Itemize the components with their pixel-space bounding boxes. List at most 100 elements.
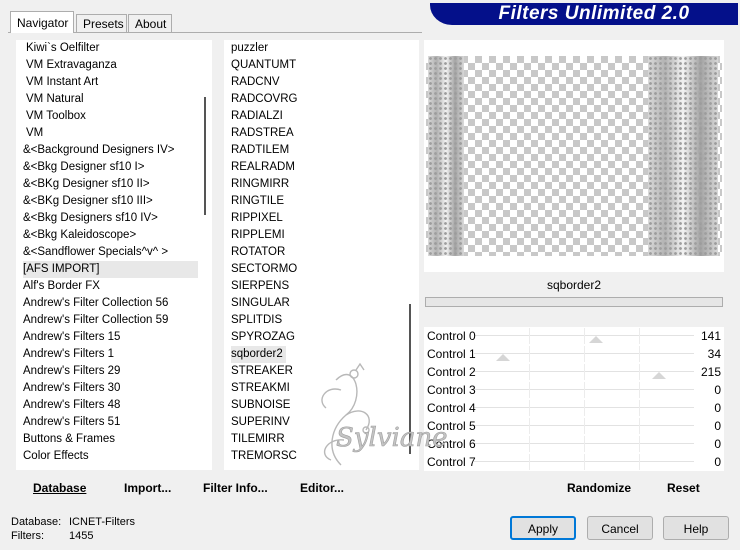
category-item[interactable]: VM [23,125,198,142]
control-row[interactable]: Control 2 215 [424,363,724,381]
category-item[interactable]: VM Natural [23,91,198,108]
filter-item[interactable]: SPYROZAG [231,329,406,346]
filter-item[interactable]: QUANTUMT [231,57,406,74]
filter-item[interactable]: RADIALZI [231,108,406,125]
category-item[interactable]: Andrew's Filters 1 [23,346,198,363]
category-scrollbar-thumb[interactable] [204,97,206,215]
category-item[interactable]: Andrew's Filter Collection 56 [23,295,198,312]
filter-item[interactable]: STREAKMI [231,380,406,397]
category-item[interactable]: &<Sandflower Specials^v^ > [23,244,198,261]
control-row[interactable]: Control 0 141 [424,327,724,345]
filter-item[interactable]: RIPPLEMI [231,227,406,244]
database-status-label: Database: [11,516,62,528]
randomize-button[interactable]: Randomize [567,478,631,498]
tab-presets[interactable]: Presets [76,14,127,32]
category-item[interactable]: [AFS IMPORT] [23,261,198,278]
control-tick [584,454,585,470]
category-item[interactable]: Alf's Border FX [23,278,198,295]
filter-items: puzzler QUANTUMT RADCNV RADCOVRG RADIALZI RAD… [231,40,406,465]
filter-item[interactable]: SIERPENS [231,278,406,295]
control-tick [639,364,640,380]
filter-scrollbar-thumb[interactable] [409,304,411,454]
control-tick [639,454,640,470]
tab-navigator[interactable]: Navigator [10,11,74,33]
control-row[interactable]: Control 7 0 [424,453,724,471]
editor-button-label: Editor... [300,481,345,495]
category-item[interactable]: &<BKg Designer sf10 II> [23,176,198,193]
filter-item[interactable]: puzzler [231,40,406,57]
control-value: 141 [700,329,721,343]
category-item[interactable]: VM Instant Art [23,74,198,91]
filter-item[interactable]: RADSTREA [231,125,406,142]
filter-item[interactable]: SUPERINV [231,414,406,431]
controls-panel: Control 0 141 Control 1 34 Control 2 215 Contr… [424,327,724,471]
filters-count-label: Filters: [11,530,44,542]
editor-button[interactable]: Editor... [300,478,344,498]
control-row[interactable]: Control 5 0 [424,417,724,435]
filter-list[interactable]: puzzler QUANTUMT RADCNV RADCOVRG RADIALZI RAD… [224,40,419,470]
category-list[interactable]: Kiwi`s Oelfilter VM Extravaganza VM Instan… [16,40,212,470]
category-item[interactable]: Andrew's Filters 48 [23,397,198,414]
category-item[interactable]: Kiwi`s Oelfilter [23,40,198,57]
control-row[interactable]: Control 4 0 [424,399,724,417]
filter-item[interactable]: RINGTILE [231,193,406,210]
filter-item[interactable]: TILEMIRR [231,431,406,448]
category-item[interactable]: Andrew's Filters 51 [23,414,198,431]
category-item[interactable]: Andrew's Filter Collection 59 [23,312,198,329]
filter-item[interactable]: TREMORSC [231,448,406,465]
reset-button[interactable]: Reset [667,478,700,498]
filter-item[interactable]: RADCOVRG [231,91,406,108]
category-item[interactable]: Buttons & Frames [23,431,198,448]
import-button-label: Import... [124,481,172,495]
category-item[interactable]: &<Bkg Designer sf10 I> [23,159,198,176]
filter-item[interactable]: ROTATOR [231,244,406,261]
control-slider-thumb[interactable] [496,354,511,361]
filter-item[interactable]: SPLITDIS [231,312,406,329]
category-item[interactable]: VM Toolbox [23,108,198,125]
filter-item[interactable]: SECTORMO [231,261,406,278]
preview-border-left [428,56,464,256]
filter-item[interactable]: RADTILEM [231,142,406,159]
filter-item[interactable]: sqborder2 [231,346,286,363]
category-item[interactable]: Andrew's Filters 30 [23,380,198,397]
control-row[interactable]: Control 6 0 [424,435,724,453]
control-tick [529,382,530,398]
control-value: 0 [714,437,721,451]
control-row[interactable]: Control 1 34 [424,345,724,363]
filter-item[interactable]: STREAKER [231,363,406,380]
current-filter-name: sqborder2 [424,274,724,296]
database-button[interactable]: Database [33,478,86,498]
filter-item[interactable]: SUBNOISE [231,397,406,414]
filter-progress-bar [425,297,723,307]
control-tick [584,436,585,452]
control-tick [529,454,530,470]
control-tick [639,346,640,362]
filters-count-value: 1455 [69,530,94,542]
control-slider-thumb[interactable] [588,336,603,343]
filter-item[interactable]: RADCNV [231,74,406,91]
control-label: Control 1 [427,347,476,361]
apply-button[interactable]: Apply [510,516,576,540]
category-item[interactable]: Andrew's Filters 15 [23,329,198,346]
filter-item[interactable]: RINGMIRR [231,176,406,193]
tab-about[interactable]: About [128,14,172,32]
category-item[interactable]: &<Bkg Kaleidoscope> [23,227,198,244]
filter-item[interactable]: REALRADM [231,159,406,176]
filter-item[interactable]: SINGULAR [231,295,406,312]
import-button[interactable]: Import... [124,478,171,498]
filter-item[interactable]: RIPPIXEL [231,210,406,227]
control-label: Control 2 [427,365,476,379]
cancel-button[interactable]: Cancel [587,516,653,540]
control-label: Control 7 [427,455,476,469]
category-item[interactable]: &<Bkg Designers sf10 IV> [23,210,198,227]
control-slider-thumb[interactable] [652,372,667,379]
category-item[interactable]: &<BKg Designer sf10 III> [23,193,198,210]
help-button[interactable]: Help [663,516,729,540]
category-item[interactable]: Color Effects [23,448,198,465]
control-row[interactable]: Control 3 0 [424,381,724,399]
control-tick [584,346,585,362]
filter-info-button[interactable]: Filter Info... [203,478,268,498]
category-item[interactable]: VM Extravaganza [23,57,198,74]
category-item[interactable]: &<Background Designers IV> [23,142,198,159]
category-item[interactable]: Andrew's Filters 29 [23,363,198,380]
